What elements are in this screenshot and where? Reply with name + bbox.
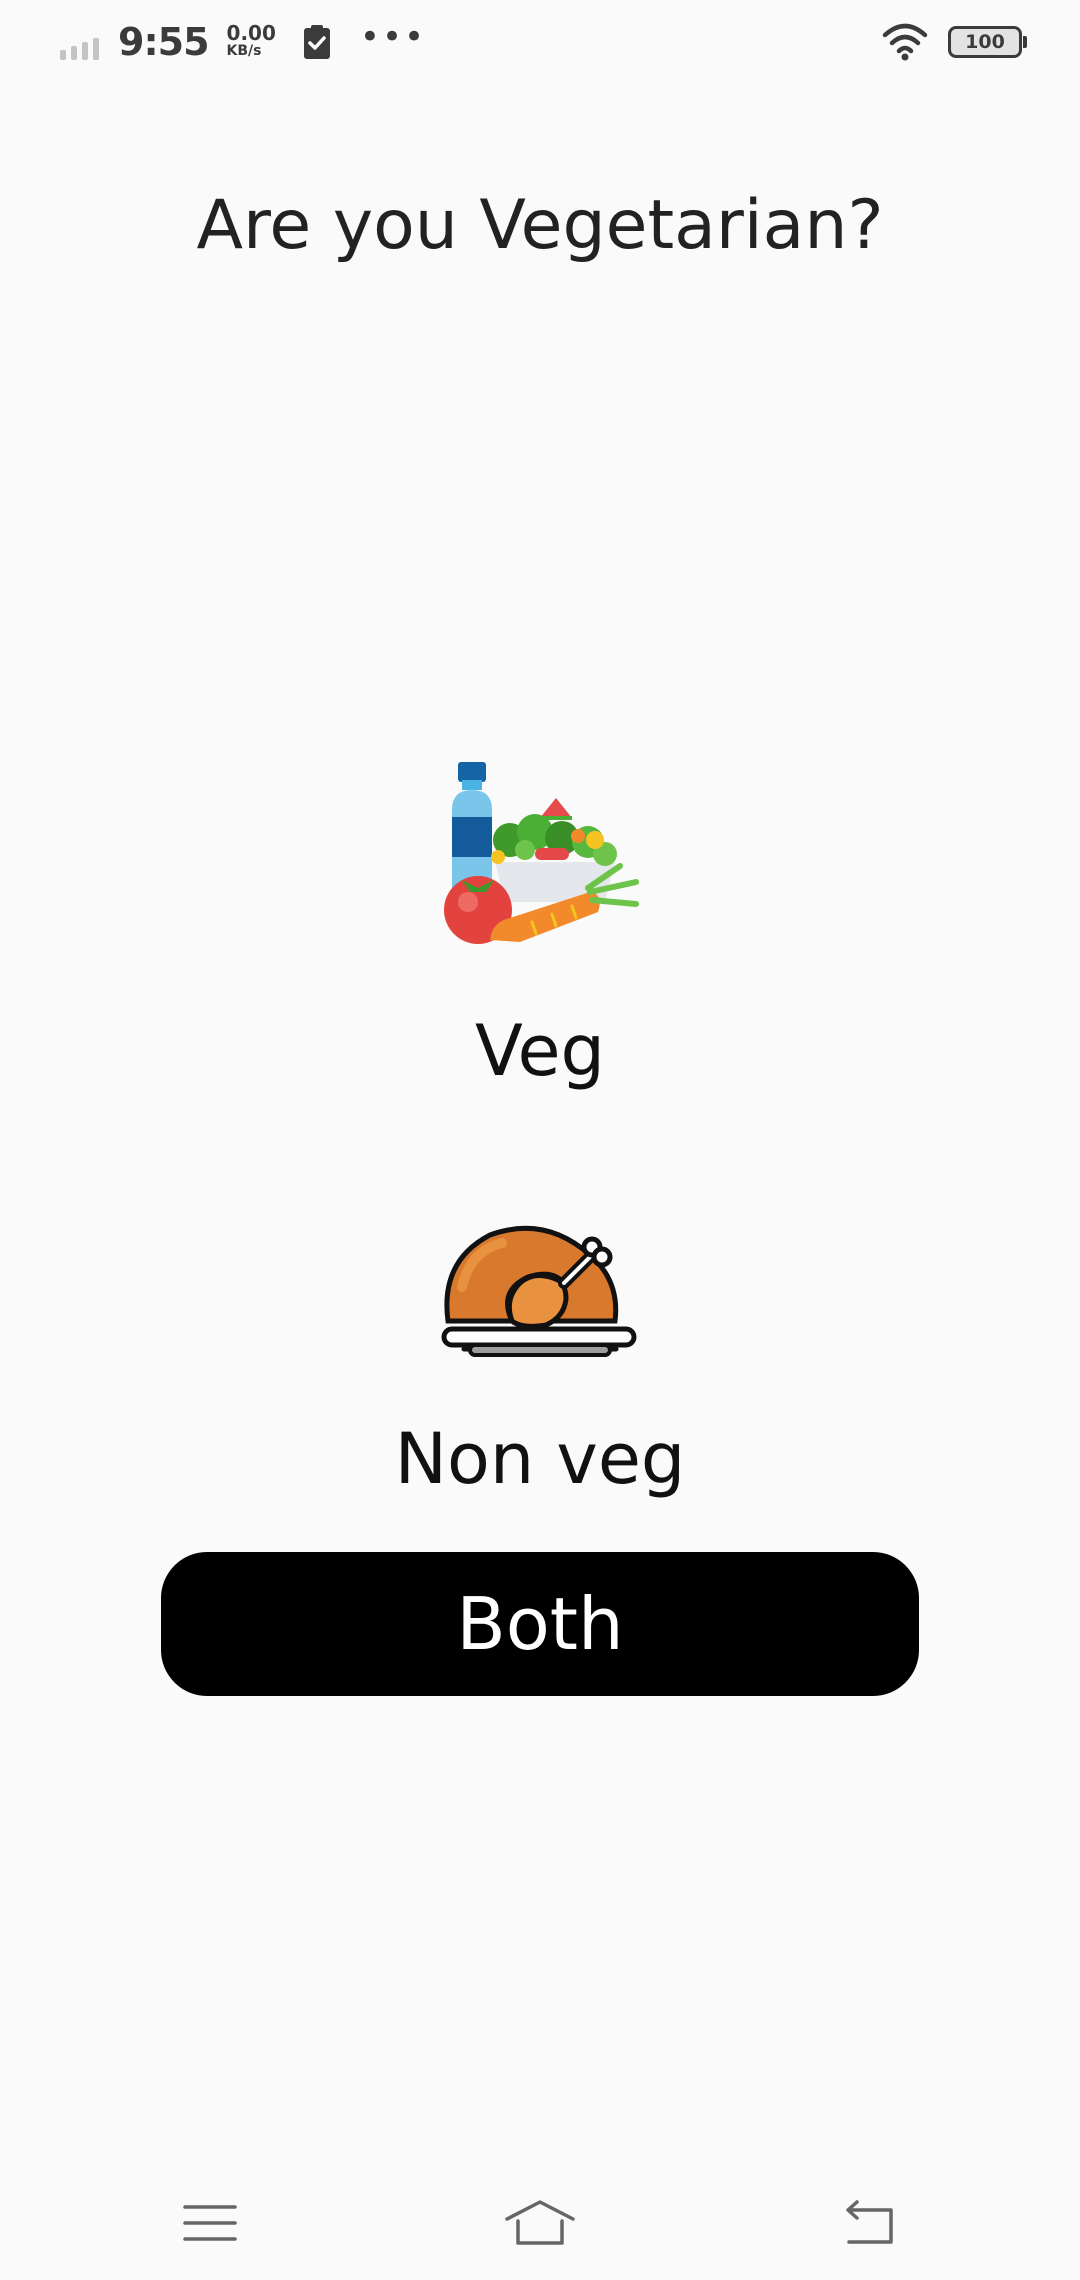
nav-back-button[interactable]	[830, 2188, 910, 2258]
both-button-label: Both	[456, 1582, 624, 1666]
status-time: 9:55	[118, 20, 210, 64]
home-icon	[505, 2200, 575, 2245]
vegetables-icon[interactable]	[440, 762, 640, 952]
network-speed: 0.00 KB/s	[226, 21, 276, 60]
option-veg[interactable]: Veg	[0, 1010, 1080, 1092]
more-dots-icon: •••	[359, 17, 427, 57]
option-non-veg[interactable]: Non veg	[0, 1418, 1080, 1500]
network-speed-value: 0.00	[226, 21, 276, 45]
nav-home-button[interactable]	[500, 2188, 580, 2258]
menu-icon	[183, 2205, 237, 2241]
both-button[interactable]: Both	[161, 1552, 919, 1696]
network-speed-unit: KB/s	[226, 43, 262, 59]
battery-level: 100	[965, 31, 1005, 53]
nav-menu-button[interactable]	[170, 2188, 250, 2258]
status-right: 100	[882, 22, 1027, 62]
clipboard-check-icon	[303, 25, 330, 59]
back-icon	[846, 2200, 893, 2244]
status-bar: 9:55 0.00 KB/s ••• 100	[0, 0, 1080, 86]
screen: 9:55 0.00 KB/s ••• 100 Are you Vegetaria…	[0, 0, 1080, 2280]
wifi-icon	[882, 23, 928, 61]
battery-icon: 100	[948, 26, 1027, 58]
navigation-bar	[0, 2170, 1080, 2280]
page-title: Are you Vegetarian?	[196, 186, 884, 265]
status-left: 9:55 0.00 KB/s •••	[58, 17, 427, 64]
roast-chicken-icon[interactable]	[440, 1196, 640, 1386]
signal-icon	[60, 38, 99, 60]
